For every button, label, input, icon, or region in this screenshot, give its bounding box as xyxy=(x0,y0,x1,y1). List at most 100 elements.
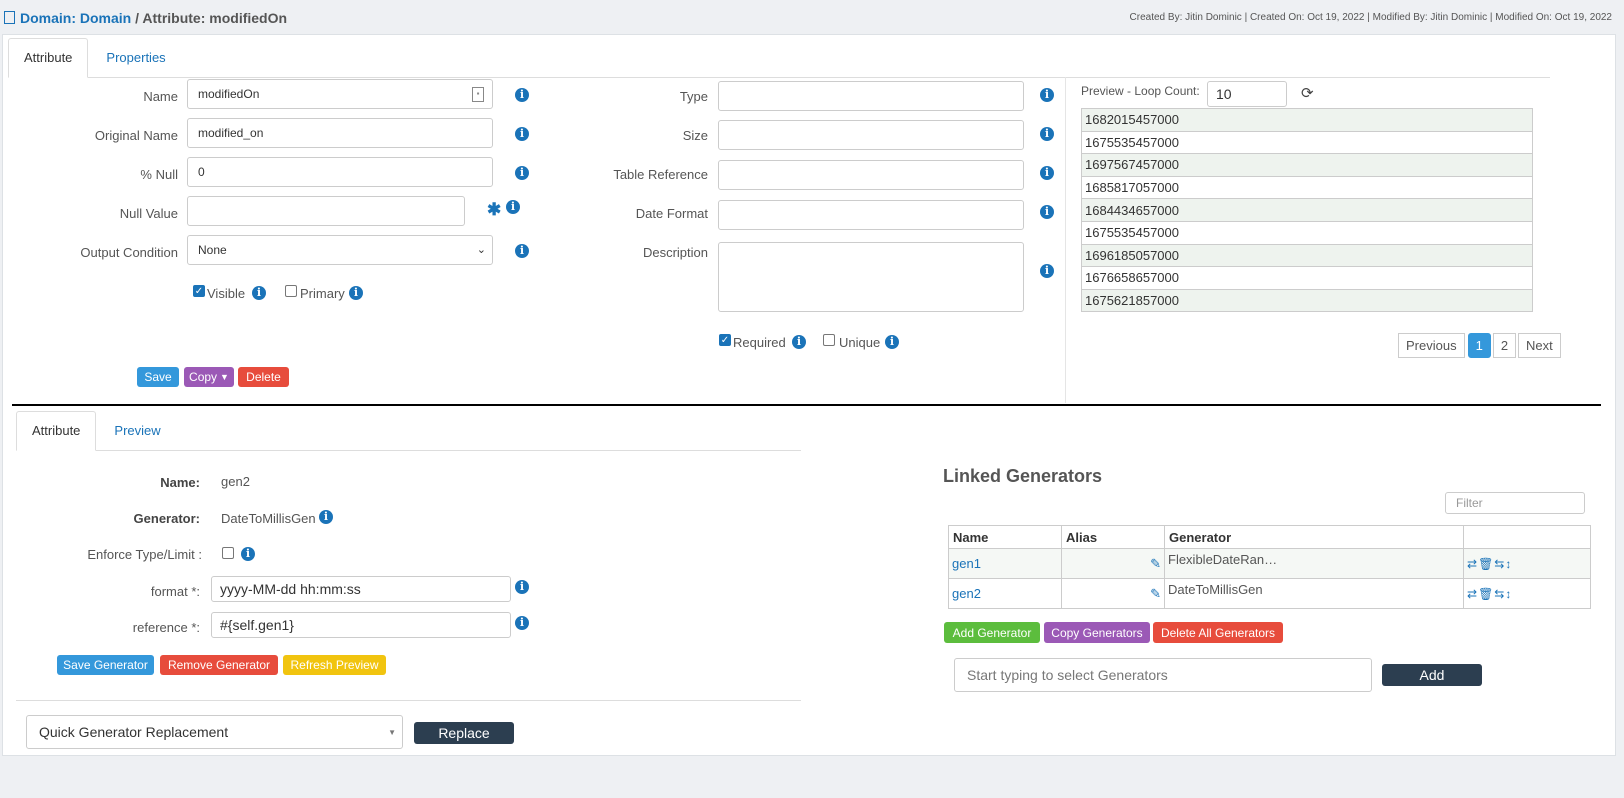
enforce-checkbox[interactable] xyxy=(222,547,234,559)
gen-name-label: Name: xyxy=(160,475,200,490)
alias-cell[interactable]: ✎ xyxy=(1061,578,1165,609)
trash-icon[interactable]: 🗑 xyxy=(1478,587,1494,601)
output-condition-label: Output Condition xyxy=(80,245,178,260)
size-input[interactable] xyxy=(718,120,1024,150)
attribute-tabs: Attribute Properties xyxy=(8,38,1550,78)
unique-info-icon[interactable]: i xyxy=(885,335,899,349)
replace-button[interactable]: Replace xyxy=(414,722,514,744)
primary-info-icon[interactable]: i xyxy=(349,286,363,300)
linked-generators-title: Linked Generators xyxy=(943,466,1103,486)
name-input[interactable]: modifiedOn ▪ xyxy=(187,79,493,109)
null-value-info-icon[interactable]: i xyxy=(506,200,520,214)
name-label: Name xyxy=(143,89,178,104)
add-generator-button[interactable]: Add Generator xyxy=(944,622,1040,643)
pencil-icon[interactable]: ✎ xyxy=(1150,556,1161,571)
format-info-icon[interactable]: i xyxy=(515,580,529,594)
reference-input[interactable]: #{self.gen1} xyxy=(211,612,511,638)
size-info-icon[interactable]: i xyxy=(1040,127,1054,141)
primary-checkbox[interactable] xyxy=(285,285,297,297)
generator-cell: FlexibleDateRan… xyxy=(1164,548,1464,579)
refresh-icon[interactable]: ⟳ xyxy=(1301,84,1314,102)
description-info-icon[interactable]: i xyxy=(1040,264,1054,278)
preview-row: 1696185057000 xyxy=(1081,243,1533,268)
null-value-input[interactable] xyxy=(187,196,465,226)
date-format-input[interactable] xyxy=(718,200,1024,230)
tab-generator-preview[interactable]: Preview xyxy=(98,411,176,451)
delete-button[interactable]: Delete xyxy=(238,367,289,387)
column-divider xyxy=(1065,77,1066,403)
column-header-name[interactable]: Name xyxy=(948,525,1062,549)
enforce-info-icon[interactable]: i xyxy=(241,547,255,561)
type-input[interactable] xyxy=(718,81,1024,111)
reference-info-icon[interactable]: i xyxy=(515,616,529,630)
remove-generator-button[interactable]: Remove Generator xyxy=(160,655,278,675)
loop-count-input[interactable]: 10 xyxy=(1207,81,1287,107)
delete-all-generators-button[interactable]: Delete All Generators xyxy=(1153,622,1283,643)
preview-row: 1697567457000 xyxy=(1081,153,1533,177)
required-checkbox[interactable]: ✓ xyxy=(719,334,731,346)
linked-generators-table: Name Alias Generator gen1 ✎ FlexibleDate… xyxy=(948,525,1591,609)
top-bar: Domain: Domain / Attribute: modifiedOn C… xyxy=(0,0,1624,36)
null-pct-input[interactable]: 0 xyxy=(187,157,493,187)
exchange-icon[interactable]: ⇆ xyxy=(1494,587,1505,601)
null-pct-label: % Null xyxy=(140,167,178,182)
table-reference-input[interactable] xyxy=(718,160,1024,190)
pagination-next[interactable]: Next xyxy=(1518,333,1561,358)
breadcrumb: Domain: Domain / Attribute: modifiedOn xyxy=(4,10,287,26)
pagination-page-2[interactable]: 2 xyxy=(1492,333,1517,358)
column-header-alias[interactable]: Alias xyxy=(1061,525,1165,549)
filter-input[interactable]: Filter xyxy=(1445,492,1585,514)
swap-icon[interactable]: ⇄ xyxy=(1467,557,1478,571)
date-format-label: Date Format xyxy=(635,206,708,221)
visible-checkbox[interactable]: ✓ xyxy=(193,285,205,297)
unique-label: Unique xyxy=(839,335,881,350)
breadcrumb-domain-link[interactable]: Domain: Domain xyxy=(20,10,131,26)
generator-name-link[interactable]: gen1 xyxy=(948,548,1062,579)
tab-properties[interactable]: Properties xyxy=(90,38,181,78)
original-name-info-icon[interactable]: i xyxy=(515,127,529,141)
format-input[interactable]: yyyy-MM-dd hh:mm:ss xyxy=(211,576,511,602)
row-actions[interactable]: ⇄🗑⇆↕ xyxy=(1463,578,1591,609)
row-actions[interactable]: ⇄🗑⇆↕ xyxy=(1463,548,1591,579)
generator-info-icon[interactable]: i xyxy=(319,510,333,524)
unique-checkbox[interactable] xyxy=(823,334,835,346)
null-pct-info-icon[interactable]: i xyxy=(515,166,529,180)
sort-icon[interactable]: ↕ xyxy=(1505,557,1512,571)
asterisk-icon[interactable]: ✱ xyxy=(487,200,501,220)
swap-icon[interactable]: ⇄ xyxy=(1467,587,1478,601)
quick-replacement-select[interactable]: Quick Generator Replacement ▼ xyxy=(26,715,403,749)
table-reference-info-icon[interactable]: i xyxy=(1040,166,1054,180)
required-info-icon[interactable]: i xyxy=(792,335,806,349)
table-row: gen2 ✎ DateToMillisGen ⇄🗑⇆↕ xyxy=(948,578,1591,609)
copy-button[interactable]: Copy ▼ xyxy=(184,367,234,387)
date-format-info-icon[interactable]: i xyxy=(1040,205,1054,219)
column-header-generator[interactable]: Generator xyxy=(1164,525,1464,549)
pagination-previous[interactable]: Previous xyxy=(1398,333,1465,358)
add-button[interactable]: Add xyxy=(1382,664,1482,686)
original-name-label: Original Name xyxy=(94,128,178,143)
pencil-icon[interactable]: ✎ xyxy=(1150,586,1161,601)
generator-select-input[interactable]: Start typing to select Generators xyxy=(954,658,1372,692)
copy-generators-button[interactable]: Copy Generators xyxy=(1044,622,1150,643)
type-info-icon[interactable]: i xyxy=(1040,88,1054,102)
generator-name-link[interactable]: gen2 xyxy=(948,578,1062,609)
sort-icon[interactable]: ↕ xyxy=(1505,587,1512,601)
save-generator-button[interactable]: Save Generator xyxy=(57,655,154,675)
save-button[interactable]: Save xyxy=(137,367,179,387)
alias-cell[interactable]: ✎ xyxy=(1061,548,1165,579)
description-textarea[interactable] xyxy=(718,242,1024,312)
exchange-icon[interactable]: ⇆ xyxy=(1494,557,1505,571)
pagination-page-1[interactable]: 1 xyxy=(1467,333,1491,358)
trash-icon[interactable]: 🗑 xyxy=(1478,557,1494,571)
audit-info: Created By: Jitin Dominic | Created On: … xyxy=(1129,12,1612,23)
name-info-icon[interactable]: i xyxy=(515,88,529,102)
output-condition-select[interactable]: None ⌄ xyxy=(187,235,493,265)
refresh-preview-button[interactable]: Refresh Preview xyxy=(283,655,386,675)
generator-cell: DateToMillisGen xyxy=(1164,578,1464,609)
visible-info-icon[interactable]: i xyxy=(252,286,266,300)
tab-generator-attribute[interactable]: Attribute xyxy=(16,411,97,451)
tab-attribute[interactable]: Attribute xyxy=(8,38,89,78)
generator-tabs: Attribute Preview xyxy=(16,411,801,451)
output-condition-info-icon[interactable]: i xyxy=(515,244,529,258)
original-name-input[interactable]: modified_on xyxy=(187,118,493,148)
